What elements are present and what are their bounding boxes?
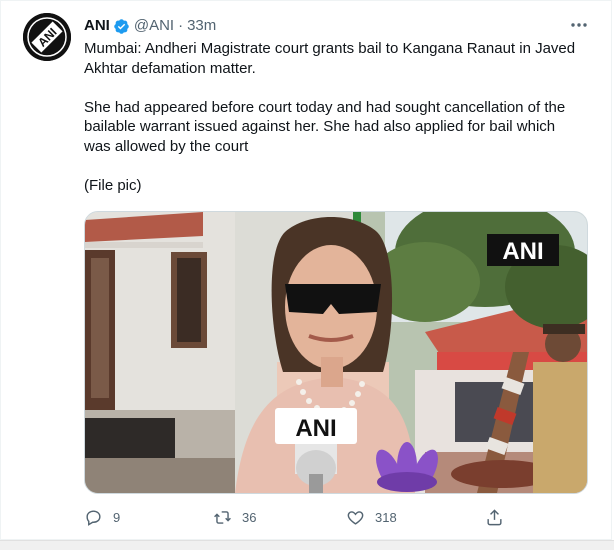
like-count: 318 — [375, 510, 397, 525]
timestamp[interactable]: 33m — [187, 17, 216, 35]
verified-badge-icon — [114, 18, 129, 34]
ani-logo-icon: ANI — [23, 13, 71, 61]
like-button[interactable]: 318 — [346, 508, 485, 527]
author-name[interactable]: ANI — [84, 17, 110, 35]
reply-count: 9 — [113, 510, 121, 525]
watermark-text: ANI — [502, 238, 543, 265]
mic-label: ANI — [295, 415, 336, 442]
more-options-icon[interactable] — [569, 15, 589, 35]
author-handle[interactable]: @ANI — [134, 17, 174, 35]
tweet-header: ANI @ANI · 33m — [84, 17, 216, 35]
news-photo: ANI ANI — [85, 212, 587, 493]
heart-icon — [347, 511, 364, 525]
retweet-icon — [214, 511, 231, 524]
share-icon — [487, 509, 502, 526]
tweet-paragraph: Mumbai: Andheri Magistrate court grants … — [84, 40, 576, 77]
retweet-count: 36 — [242, 510, 257, 525]
reply-button[interactable]: 9 — [84, 508, 213, 527]
tweet-text: Mumbai: Andheri Magistrate court grants … — [84, 39, 584, 215]
separator-dot: · — [178, 17, 184, 34]
tweet-actions: 9 36 318 — [84, 508, 514, 527]
tweet-paragraph: (File pic) — [84, 176, 142, 194]
share-button[interactable] — [485, 508, 514, 527]
avatar[interactable]: ANI — [23, 13, 71, 61]
tweet-media-image[interactable]: ANI ANI — [84, 211, 588, 494]
retweet-button[interactable]: 36 — [213, 508, 346, 527]
reply-icon — [86, 510, 101, 526]
tweet-paragraph: She had appeared before court today and … — [84, 98, 566, 155]
tweet-card[interactable]: ANI ANI @ANI · 33m Mumbai: Andheri Magis… — [0, 0, 612, 540]
